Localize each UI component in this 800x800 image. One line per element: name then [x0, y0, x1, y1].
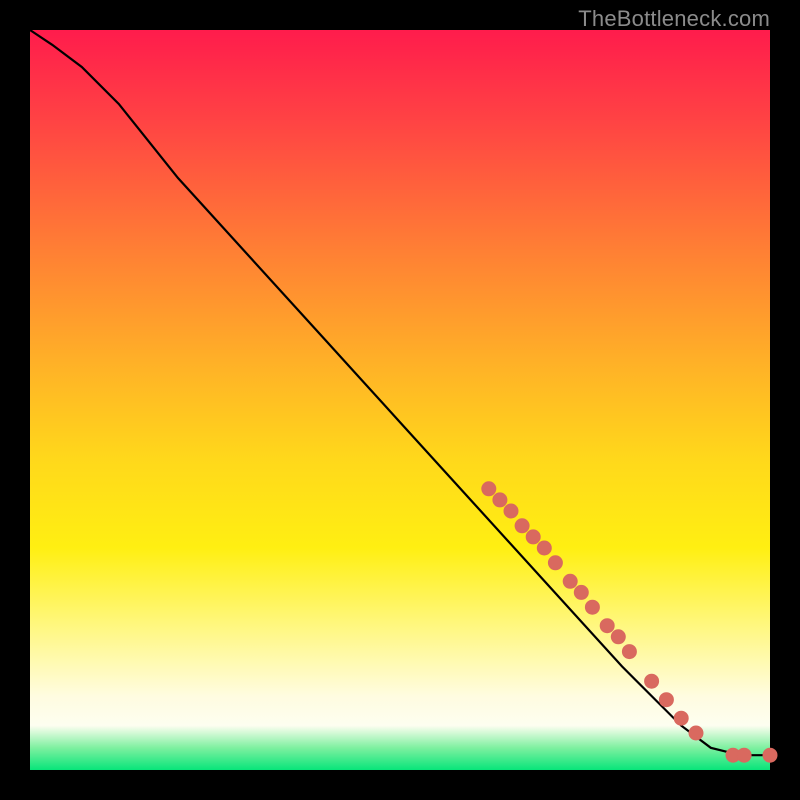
data-marker [493, 493, 507, 507]
data-marker [689, 726, 703, 740]
data-marker [659, 693, 673, 707]
data-marker [574, 585, 588, 599]
data-marker [515, 519, 529, 533]
data-marker [537, 541, 551, 555]
data-marker [622, 645, 636, 659]
data-marker [645, 674, 659, 688]
data-marker [563, 574, 577, 588]
bottleneck-curve [30, 30, 770, 755]
data-marker [504, 504, 518, 518]
plot-area [30, 30, 770, 770]
chart-svg [30, 30, 770, 770]
data-marker [737, 748, 751, 762]
data-marker [611, 630, 625, 644]
data-marker [763, 748, 777, 762]
data-marker [674, 711, 688, 725]
data-marker [600, 619, 614, 633]
chart-frame: TheBottleneck.com [0, 0, 800, 800]
data-marker [482, 482, 496, 496]
data-marker [548, 556, 562, 570]
data-marker [585, 600, 599, 614]
data-markers [482, 482, 777, 762]
data-marker [526, 530, 540, 544]
attribution-label: TheBottleneck.com [578, 6, 770, 32]
